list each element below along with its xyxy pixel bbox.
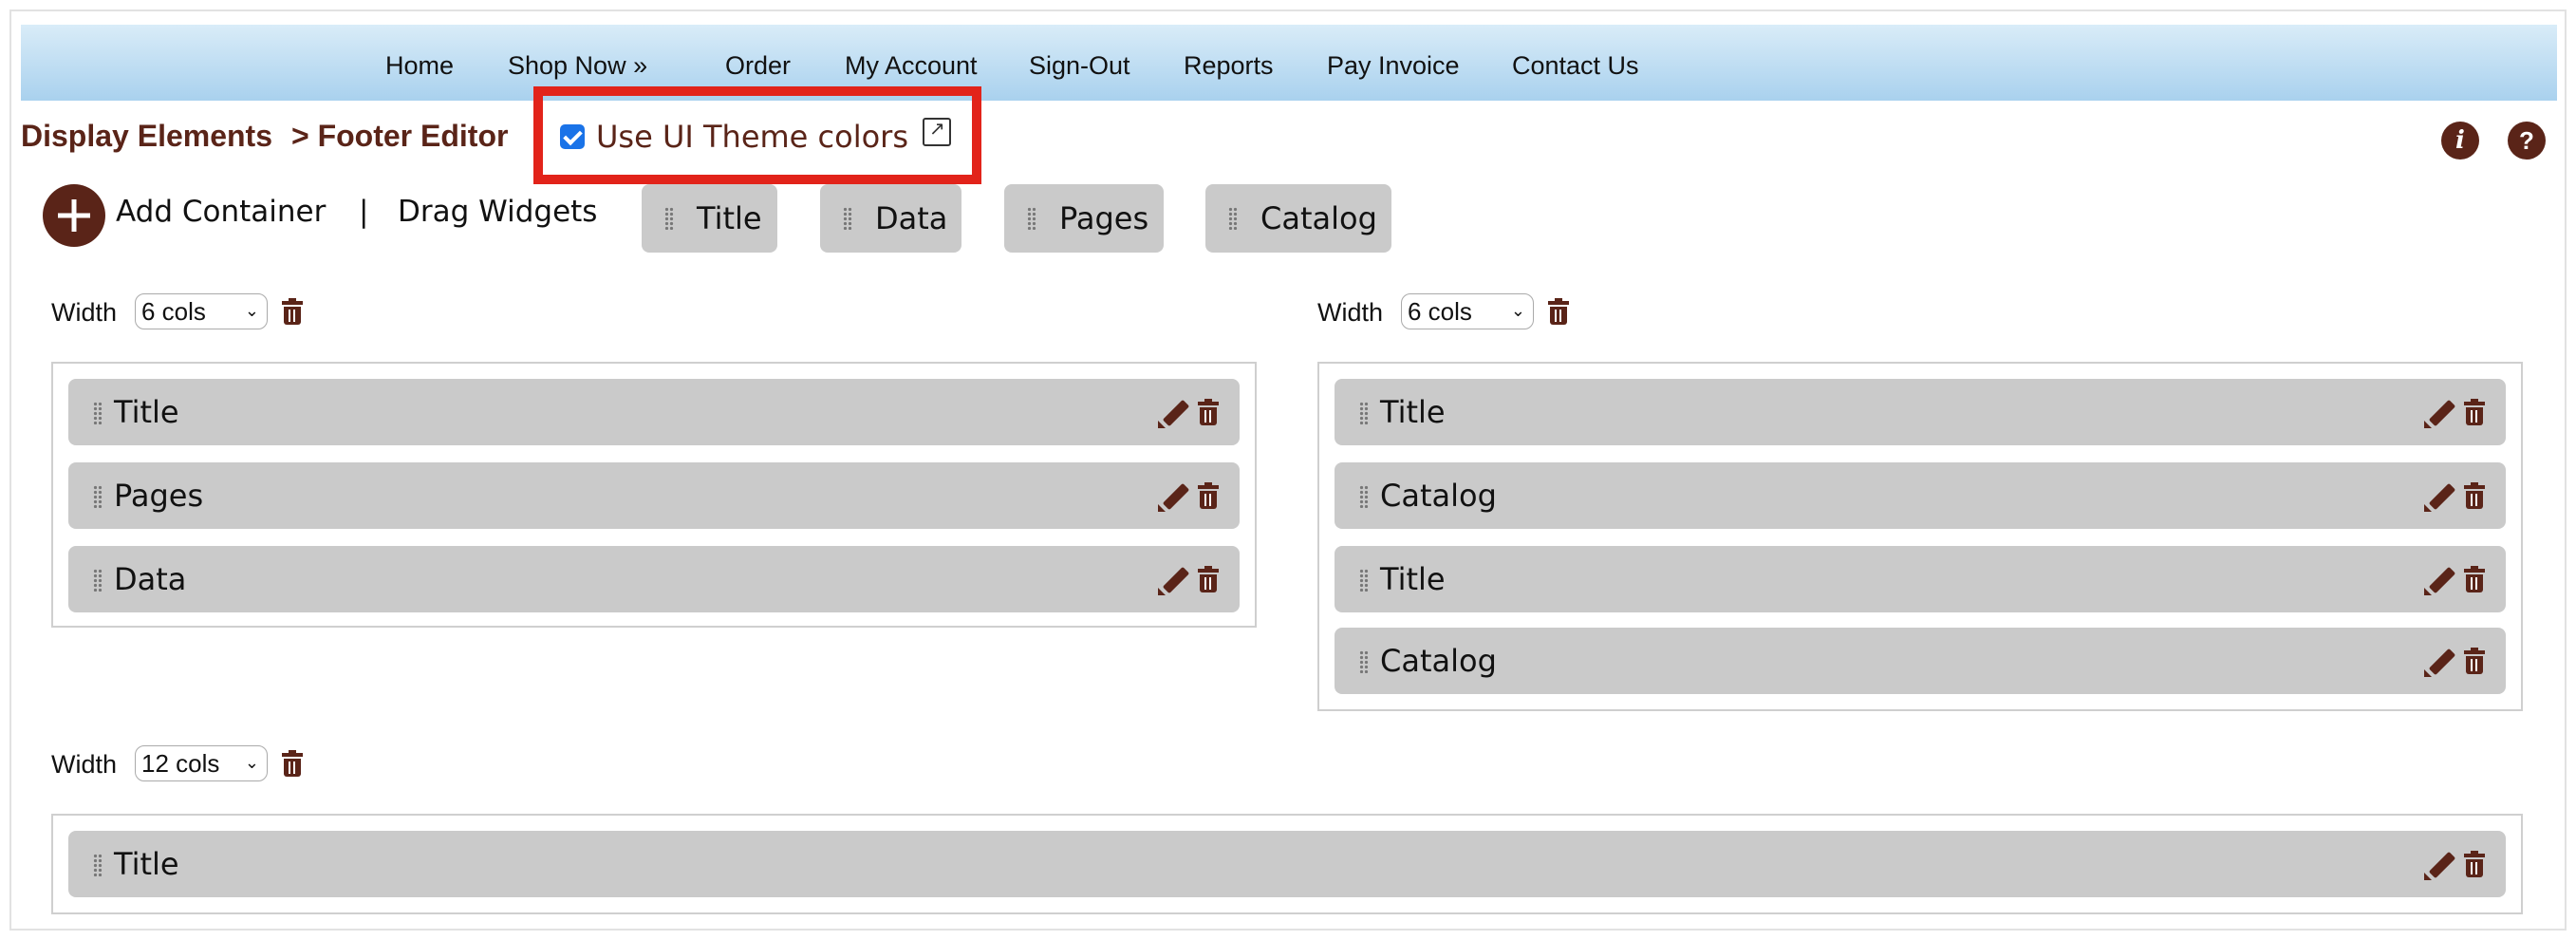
drag-handle-icon — [93, 854, 103, 876]
widget-pill-catalog[interactable]: Catalog — [1205, 184, 1391, 253]
delete-container-trash-icon[interactable] — [1548, 298, 1569, 325]
footer-container[interactable]: Title Catalog Title Catalog — [1317, 362, 2523, 711]
edit-pencil-icon[interactable] — [1158, 396, 1190, 428]
add-container-button[interactable]: Add Container — [116, 195, 326, 229]
widget-label: Pages — [114, 478, 204, 514]
edit-pencil-icon[interactable] — [1158, 479, 1190, 512]
delete-container-trash-icon[interactable] — [282, 750, 303, 777]
width-select-value: 6 cols — [1408, 297, 1472, 326]
widget-label: Title — [114, 394, 179, 430]
chevron-down-icon: ⌄ — [1510, 301, 1525, 321]
chevron-down-icon: ⌄ — [244, 753, 259, 773]
widget-label: Catalog — [1380, 478, 1497, 514]
footer-container[interactable]: Title — [51, 814, 2523, 914]
container-width-select[interactable]: 6 cols ⌄ — [135, 293, 268, 329]
chevron-down-icon: ⌄ — [244, 301, 259, 321]
pill-label: Catalog — [1260, 200, 1377, 236]
drag-handle-icon — [664, 207, 674, 230]
container-widget[interactable]: Catalog — [1335, 462, 2506, 529]
nav-sign-out[interactable]: Sign-Out — [1029, 25, 1130, 101]
nav-reports[interactable]: Reports — [1184, 25, 1274, 101]
container-widget[interactable]: Pages — [68, 462, 1240, 529]
drag-handle-icon — [843, 207, 852, 230]
footer-container[interactable]: Title Pages Data — [51, 362, 1257, 628]
container-width-label: Width — [51, 750, 118, 779]
width-select-value: 12 cols — [141, 749, 220, 778]
widget-pill-pages[interactable]: Pages — [1004, 184, 1164, 253]
delete-container-trash-icon[interactable] — [282, 298, 303, 325]
widget-pill-data[interactable]: Data — [820, 184, 961, 253]
breadcrumb-root[interactable]: Display Elements — [21, 119, 272, 154]
edit-pencil-icon[interactable] — [2424, 848, 2456, 880]
drag-handle-icon — [1228, 207, 1238, 230]
delete-widget-trash-icon[interactable] — [2464, 648, 2485, 674]
breadcrumb: Display Elements > Footer Editor — [21, 119, 508, 154]
delete-widget-trash-icon[interactable] — [2464, 851, 2485, 877]
delete-widget-trash-icon[interactable] — [2464, 566, 2485, 592]
container-width-select[interactable]: 12 cols ⌄ — [135, 745, 268, 781]
container-widget[interactable]: Title — [1335, 546, 2506, 612]
widget-pill-title[interactable]: Title — [642, 184, 777, 253]
container-width-select[interactable]: 6 cols ⌄ — [1401, 293, 1534, 329]
delete-widget-trash-icon[interactable] — [2464, 482, 2485, 509]
container-widget[interactable]: Title — [68, 379, 1240, 445]
drag-handle-icon — [93, 569, 103, 592]
drag-handle-icon — [1027, 207, 1036, 230]
widget-label: Data — [114, 561, 187, 597]
widget-label: Catalog — [1380, 643, 1497, 679]
breadcrumb-current: > Footer Editor — [291, 119, 509, 153]
container-widget[interactable]: Data — [68, 546, 1240, 612]
nav-home[interactable]: Home — [385, 25, 454, 101]
drag-handle-icon — [93, 485, 103, 508]
info-icon[interactable]: i — [2441, 122, 2479, 160]
container-width-label: Width — [1317, 298, 1384, 327]
width-select-value: 6 cols — [141, 297, 206, 326]
widget-label: Title — [1380, 394, 1446, 430]
nav-contact-us[interactable]: Contact Us — [1512, 25, 1639, 101]
top-nav-bar: Home Shop Now » Order My Account Sign-Ou… — [21, 25, 2557, 101]
edit-pencil-icon[interactable] — [2424, 396, 2456, 428]
drag-handle-icon — [1359, 569, 1369, 592]
widget-label: Title — [1380, 561, 1446, 597]
drag-widgets-label: Drag Widgets — [398, 195, 598, 229]
widget-label: Title — [114, 846, 179, 882]
container-widget[interactable]: Title — [68, 831, 2506, 897]
drag-handle-icon — [1359, 402, 1369, 424]
drag-handle-icon — [1359, 485, 1369, 508]
delete-widget-trash-icon[interactable] — [1198, 482, 1219, 509]
drag-handle-icon — [93, 402, 103, 424]
edit-pencil-icon[interactable] — [2424, 645, 2456, 677]
pill-label: Title — [697, 200, 762, 236]
toolbar-separator: | — [359, 195, 369, 229]
add-container-icon[interactable] — [43, 184, 105, 247]
container-widget[interactable]: Catalog — [1335, 628, 2506, 694]
container-width-label: Width — [51, 298, 118, 327]
drag-handle-icon — [1359, 650, 1369, 673]
theme-colors-label[interactable]: Use UI Theme colors — [596, 119, 908, 155]
theme-colors-checkbox[interactable] — [560, 124, 585, 149]
delete-widget-trash-icon[interactable] — [1198, 399, 1219, 425]
container-widget[interactable]: Title — [1335, 379, 2506, 445]
pill-label: Pages — [1059, 200, 1149, 236]
delete-widget-trash-icon[interactable] — [2464, 399, 2485, 425]
delete-widget-trash-icon[interactable] — [1198, 566, 1219, 592]
edit-pencil-icon[interactable] — [2424, 479, 2456, 512]
nav-pay-invoice[interactable]: Pay Invoice — [1327, 25, 1460, 101]
external-link-icon[interactable] — [923, 117, 951, 146]
pill-label: Data — [875, 200, 948, 236]
edit-pencil-icon[interactable] — [1158, 563, 1190, 595]
help-icon[interactable]: ? — [2508, 122, 2546, 160]
edit-pencil-icon[interactable] — [2424, 563, 2456, 595]
